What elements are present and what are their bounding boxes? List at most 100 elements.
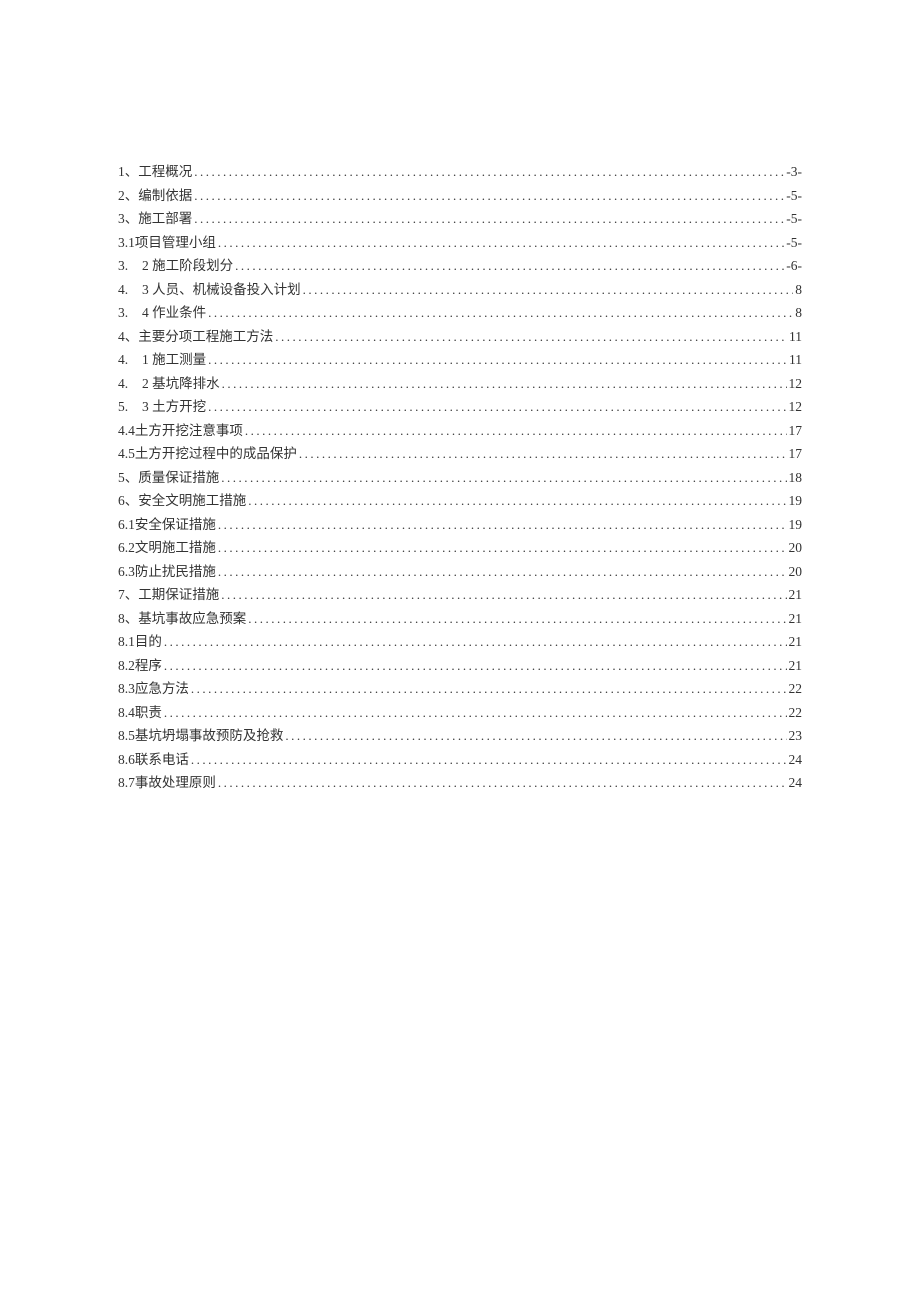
toc-prefix: 6.1 — [118, 518, 135, 532]
toc-prefix: 8.1 — [118, 635, 135, 649]
toc-prefix: 4. — [118, 353, 142, 367]
toc-entry: 2、编制依据-5- — [118, 189, 802, 203]
toc-page: -5- — [786, 189, 802, 203]
toc-leader — [221, 588, 786, 601]
toc-prefix: 8、 — [118, 612, 138, 626]
toc-title: 事故处理原则 — [135, 776, 216, 790]
toc-prefix: 4、 — [118, 330, 138, 344]
toc-page: 20 — [789, 565, 803, 579]
toc-page: 12 — [789, 400, 803, 414]
toc-leader — [164, 635, 787, 648]
toc-page: -5- — [786, 212, 802, 226]
toc-entry: 8.3 应急方法22 — [118, 682, 802, 696]
toc-container: 1、工程概况-3-2、编制依据-5-3、施工部署-5-3.1 项目管理小组-5-… — [0, 0, 920, 790]
toc-prefix: 8.5 — [118, 729, 135, 743]
toc-entry: 8.2 程序21 — [118, 659, 802, 673]
toc-entry: 6、安全文明施工措施19 — [118, 494, 802, 508]
toc-title: 安全保证措施 — [135, 518, 216, 532]
toc-entry: 5.3 土方开挖 12 — [118, 400, 802, 414]
toc-leader — [218, 236, 784, 249]
toc-page: 21 — [789, 612, 803, 626]
toc-leader — [245, 424, 787, 437]
toc-leader — [221, 471, 786, 484]
toc-title: 联系电话 — [135, 753, 189, 767]
toc-page: 19 — [789, 494, 803, 508]
toc-title: 土方开挖注意事项 — [135, 424, 243, 438]
toc-leader — [235, 259, 784, 272]
toc-prefix: 3. — [118, 306, 142, 320]
toc-page: 8 — [795, 283, 802, 297]
toc-entry: 3.4 作业条件 8 — [118, 306, 802, 320]
toc-leader — [208, 353, 787, 366]
toc-page: 12 — [789, 377, 803, 391]
toc-title: 质量保证措施 — [138, 471, 219, 485]
toc-page: 17 — [789, 447, 803, 461]
toc-page: 22 — [789, 682, 803, 696]
toc-title: 文明施工措施 — [135, 541, 216, 555]
toc-title: 防止扰民措施 — [135, 565, 216, 579]
toc-prefix: 3、 — [118, 212, 138, 226]
toc-prefix: 5、 — [118, 471, 138, 485]
toc-title: 1 施工测量 — [142, 353, 206, 367]
toc-entry: 8、基坑事故应急预案 21 — [118, 612, 802, 626]
toc-prefix: 8.2 — [118, 659, 135, 673]
toc-title: 工期保证措施 — [138, 588, 219, 602]
toc-entry: 7、工期保证措施 21 — [118, 588, 802, 602]
toc-entry: 4.2 基坑降排水 12 — [118, 377, 802, 391]
toc-title: 职责 — [135, 706, 162, 720]
toc-entry: 8.5 基坑坍塌事故预防及抢救 23 — [118, 729, 802, 743]
toc-leader — [194, 165, 784, 178]
toc-title: 3 土方开挖 — [142, 400, 206, 414]
toc-page: 11 — [789, 330, 802, 344]
toc-prefix: 1、 — [118, 165, 138, 179]
toc-title: 基坑坍塌事故预防及抢救 — [135, 729, 284, 743]
toc-prefix: 7、 — [118, 588, 138, 602]
toc-prefix: 6.2 — [118, 541, 135, 555]
toc-page: 18 — [789, 471, 803, 485]
toc-page: -5- — [786, 236, 802, 250]
toc-leader — [303, 283, 794, 296]
toc-title: 基坑事故应急预案 — [138, 612, 246, 626]
toc-entry: 8.7 事故处理原则24 — [118, 776, 802, 790]
toc-entry: 4.3 人员、机械设备投入计划8 — [118, 283, 802, 297]
toc-prefix: 4. — [118, 377, 142, 391]
toc-page: 8 — [795, 306, 802, 320]
toc-entry: 3、施工部署 -5- — [118, 212, 802, 226]
toc-entry: 4.1 施工测量 11 — [118, 353, 802, 367]
toc-page: -3- — [786, 165, 802, 179]
toc-leader — [208, 400, 786, 413]
toc-prefix: 4.5 — [118, 447, 135, 461]
toc-title: 2 基坑降排水 — [142, 377, 220, 391]
toc-page: 19 — [789, 518, 803, 532]
toc-title: 工程概况 — [138, 165, 192, 179]
toc-title: 目的 — [135, 635, 162, 649]
toc-prefix: 8.6 — [118, 753, 135, 767]
toc-leader — [248, 612, 786, 625]
toc-entry: 6.3 防止扰民措施20 — [118, 565, 802, 579]
toc-leader — [218, 518, 787, 531]
toc-page: 11 — [789, 353, 802, 367]
toc-entry: 8.1 目的 21 — [118, 635, 802, 649]
toc-page: 24 — [789, 753, 803, 767]
toc-title: 土方开挖过程中的成品保护 — [135, 447, 297, 461]
toc-title: 项目管理小组 — [135, 236, 216, 250]
toc-entry: 6.2 文明施工措施 20 — [118, 541, 802, 555]
toc-leader — [299, 447, 787, 460]
toc-prefix: 8.7 — [118, 776, 135, 790]
toc-page: 21 — [789, 588, 803, 602]
toc-title: 4 作业条件 — [142, 306, 206, 320]
toc-title: 程序 — [135, 659, 162, 673]
toc-page: 23 — [789, 729, 803, 743]
toc-leader — [194, 189, 784, 202]
toc-leader — [285, 729, 786, 742]
toc-leader — [218, 776, 787, 789]
toc-prefix: 8.4 — [118, 706, 135, 720]
toc-page: 20 — [789, 541, 803, 555]
toc-page: 21 — [789, 635, 803, 649]
toc-title: 施工部署 — [138, 212, 192, 226]
toc-prefix: 3. — [118, 259, 142, 273]
toc-prefix: 5. — [118, 400, 142, 414]
toc-title: 2 施工阶段划分 — [142, 259, 233, 273]
toc-entry: 3.2 施工阶段划分-6- — [118, 259, 802, 273]
toc-title: 应急方法 — [135, 682, 189, 696]
